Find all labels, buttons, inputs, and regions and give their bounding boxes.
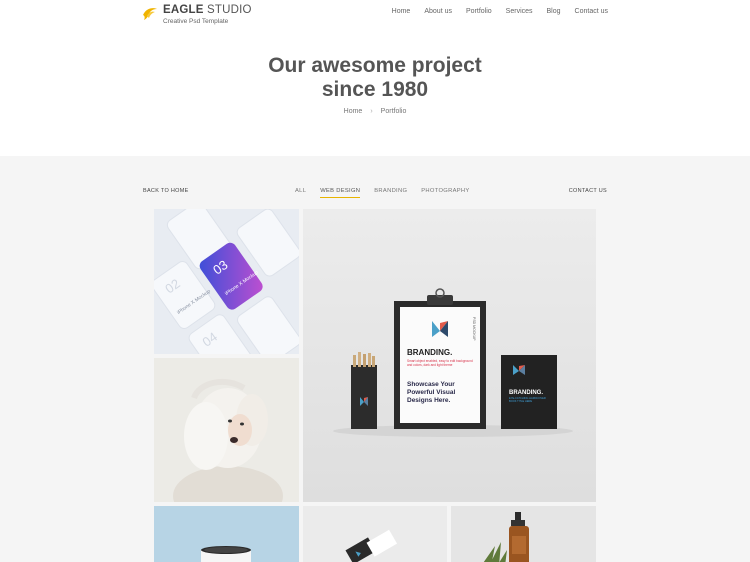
breadcrumb-home[interactable]: Home: [344, 108, 363, 115]
filter-bar: BACK TO HOME ALL WEB DESIGN BRANDING PHO…: [0, 188, 750, 200]
eagle-logo-icon: [143, 8, 157, 20]
filter-web-design[interactable]: WEB DESIGN: [320, 188, 361, 198]
logo-tagline: Creative Psd Template: [163, 17, 229, 25]
cards-mockup-image: [303, 506, 447, 562]
filter-tabs: ALL WEB DESIGN BRANDING PHOTOGRAPHY: [295, 188, 484, 198]
filter-branding[interactable]: BRANDING: [374, 188, 407, 194]
box-subtitle: EYE-CATCHING HARDCOVER BOOK TITLE HERE: [509, 397, 546, 404]
portfolio-gallery: BACK TO HOME ALL WEB DESIGN BRANDING PHO…: [0, 156, 750, 562]
main-nav: Home About us Portfolio Services Blog Co…: [378, 8, 608, 15]
nav-about[interactable]: About us: [424, 8, 452, 15]
bottle-mockup-image: [451, 506, 596, 562]
portfolio-item-bottle[interactable]: [451, 506, 596, 562]
page-title: Our awesome project since 1980: [268, 54, 482, 101]
portfolio-item-branding-mockup[interactable]: BRANDING. Smart object enabled, easy to …: [303, 209, 596, 502]
mockup-red-text: Smart object enabled, easy to edit backg…: [407, 359, 473, 367]
nav-contact[interactable]: Contact us: [575, 8, 608, 15]
filter-all[interactable]: ALL: [295, 188, 306, 194]
mockup-tagline: Powerful Visual: [407, 389, 455, 396]
phones-mockup-image: 02 03 04 iPhone X Mockup iPhone X Mockup: [154, 209, 299, 354]
contact-us-link[interactable]: CONTACT US: [569, 188, 607, 194]
mockup-tagline: Designs Here.: [407, 397, 451, 404]
nav-services[interactable]: Services: [506, 8, 533, 15]
portfolio-item-phones[interactable]: 02 03 04 iPhone X Mockup iPhone X Mockup: [154, 209, 299, 354]
portfolio-item-business-cards[interactable]: [303, 506, 447, 562]
chevron-right-icon: ›: [370, 108, 373, 115]
breadcrumb: Home › Portfolio: [0, 108, 750, 115]
mockup-side-label: PSD MOCKUP: [472, 317, 476, 341]
back-to-home-link[interactable]: BACK TO HOME: [143, 188, 189, 194]
portfolio-item-portrait[interactable]: [154, 358, 299, 502]
branding-mockup-image: BRANDING. Smart object enabled, easy to …: [303, 209, 596, 502]
filter-photography[interactable]: PHOTOGRAPHY: [421, 188, 469, 194]
mockup-brand-heading: BRANDING.: [407, 348, 452, 357]
logo[interactable]: EAGLE STUDIO Creative Psd Template: [142, 4, 252, 25]
hero-section: Our awesome project since 1980 Home › Po…: [0, 30, 750, 156]
portfolio-item-mug[interactable]: [154, 506, 299, 562]
box-heading: BRANDING.: [509, 390, 543, 396]
portrait-photo-image: [154, 358, 299, 502]
nav-portfolio[interactable]: Portfolio: [466, 8, 492, 15]
mockup-tagline: Showcase Your: [407, 381, 455, 388]
breadcrumb-portfolio: Portfolio: [380, 108, 407, 115]
mug-mockup-image: [154, 506, 299, 562]
logo-name: EAGLE STUDIO: [163, 4, 252, 16]
nav-home[interactable]: Home: [392, 8, 411, 15]
site-header: EAGLE STUDIO Creative Psd Template Home …: [0, 0, 750, 30]
nav-blog[interactable]: Blog: [547, 8, 561, 15]
